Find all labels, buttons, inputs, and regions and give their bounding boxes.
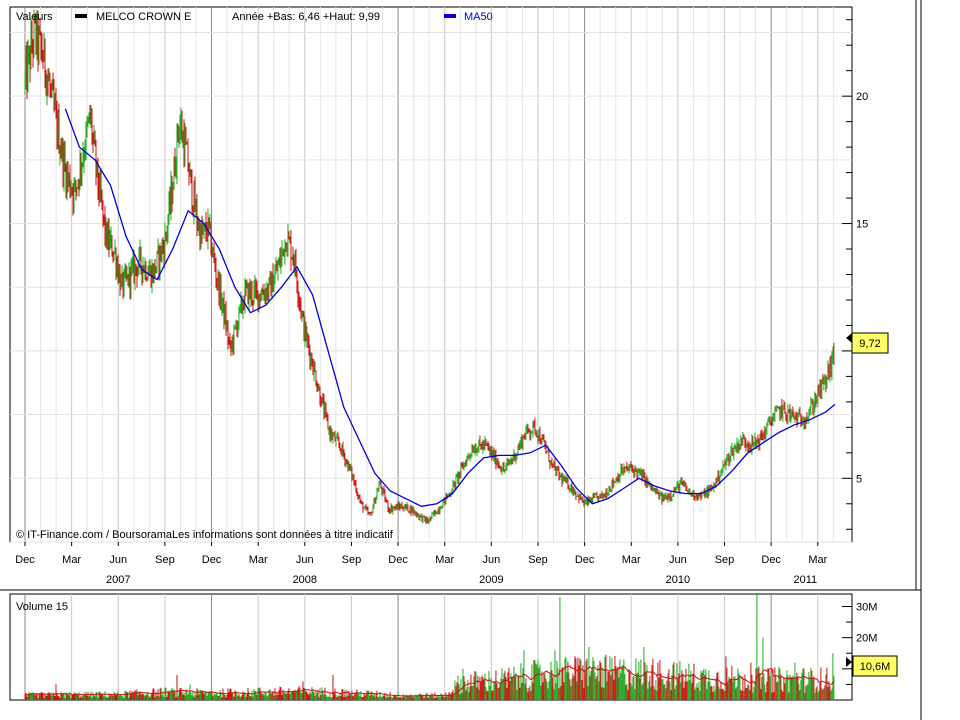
year-label: 2011 (794, 574, 818, 586)
x-tick-label: Dec (575, 554, 595, 566)
x-axis: Dec Mar Jun Sep Dec Mar Jun Sep Dec Mar Jun Sep Dec M… (15, 542, 828, 586)
x-tick-label: Dec (15, 554, 35, 566)
x-tick-label: Mar (435, 554, 454, 566)
x-tick-label: Jun (296, 554, 314, 566)
series-stats: Année +Bas: 6,46 +Haut: 9,99 (232, 11, 380, 23)
x-tick-label: Dec (388, 554, 408, 566)
last-volume-badge: 10,6M (846, 655, 898, 677)
header-label: Valeurs (16, 11, 53, 23)
series-legend-swatch (75, 14, 87, 18)
price-y-tick-label: 20 (856, 91, 868, 103)
price-y-tick-label: 15 (856, 219, 868, 231)
credit-text: © IT-Finance.com / BoursoramaLes informa… (16, 529, 394, 541)
year-label: 2008 (293, 574, 317, 586)
ma50-legend-label: MA50 (464, 11, 493, 23)
last-volume-value: 10,6M (860, 661, 891, 673)
series-name: MELCO CROWN E (96, 11, 191, 23)
price-y-tick-label: 5 (856, 473, 862, 485)
x-tick-label: Sep (715, 554, 735, 566)
last-price-value: 9,72 (859, 338, 880, 350)
x-tick-label: Jun (669, 554, 687, 566)
year-label: 2010 (666, 574, 690, 586)
volume-title: Volume 15 (16, 601, 68, 613)
x-tick-label: Dec (202, 554, 222, 566)
x-tick-label: Jun (109, 554, 127, 566)
x-tick-label: Sep (155, 554, 175, 566)
x-tick-label: Jun (482, 554, 500, 566)
stock-chart: 5 15 20 Dec Mar Jun Sep Dec Mar Jun Sep Dec Mar Jun S… (0, 0, 922, 720)
x-tick-label: Sep (528, 554, 548, 566)
x-tick-label: Sep (342, 554, 362, 566)
x-tick-label: Mar (808, 554, 827, 566)
x-tick-label: Dec (761, 554, 781, 566)
volume-y-tick-label: 20M (856, 633, 877, 645)
volume-y-tick-label: 30M (856, 601, 877, 613)
x-tick-label: Mar (62, 554, 81, 566)
last-price-badge: 9,72 (846, 332, 889, 354)
ma50-legend-swatch (444, 14, 456, 18)
x-tick-label: Mar (249, 554, 268, 566)
x-tick-label: Mar (622, 554, 641, 566)
year-label: 2007 (106, 574, 130, 586)
year-label: 2009 (479, 574, 503, 586)
